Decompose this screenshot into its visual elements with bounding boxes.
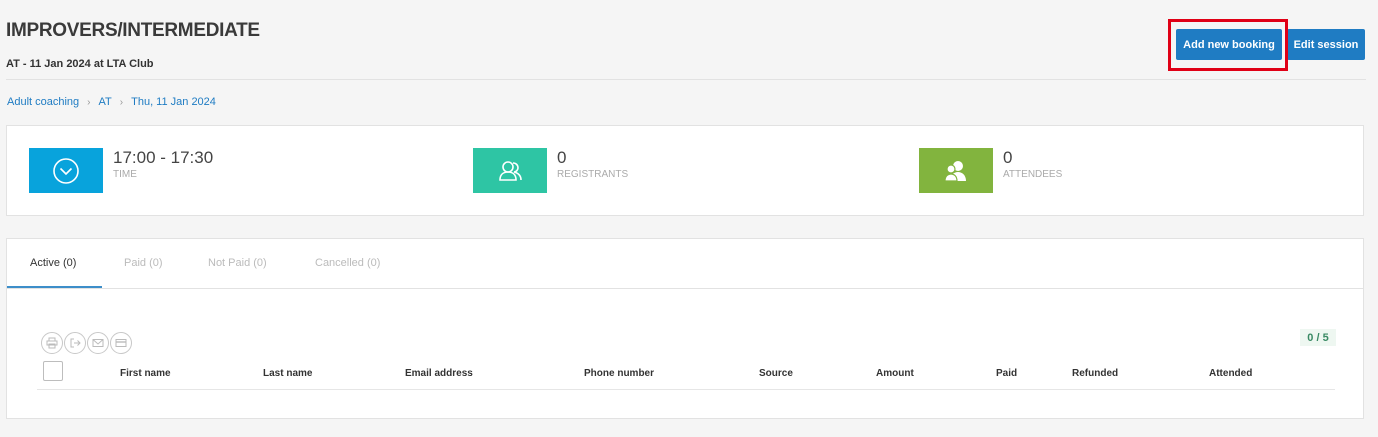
column-attended[interactable]: Attended	[1209, 368, 1252, 379]
bookings-panel: Active (0) Paid (0) Not Paid (0) Cancell…	[6, 238, 1364, 419]
tab-paid[interactable]: Paid (0)	[124, 257, 163, 269]
registrants-label: REGISTRANTS	[557, 169, 629, 180]
active-tab-indicator	[7, 286, 102, 288]
column-paid[interactable]: Paid	[996, 368, 1017, 379]
email-icon[interactable]	[87, 332, 109, 354]
registrants-value: 0	[557, 148, 567, 167]
time-value: 17:00 - 17:30	[113, 148, 214, 167]
breadcrumb-item-date[interactable]: Thu, 11 Jan 2024	[131, 96, 216, 108]
highlight-box	[1168, 19, 1288, 71]
column-refunded[interactable]: Refunded	[1072, 368, 1118, 379]
session-subtitle: AT - 11 Jan 2024 at LTA Club	[6, 58, 154, 70]
export-icon[interactable]	[64, 332, 86, 354]
breadcrumb-item-at[interactable]: AT	[99, 96, 112, 108]
page-title: IMPROVERS/INTERMEDIATE	[6, 20, 260, 41]
attendees-value: 0	[1003, 148, 1013, 167]
page-header: IMPROVERS/INTERMEDIATE AT - 11 Jan 2024 …	[6, 0, 1366, 80]
print-icon[interactable]	[41, 332, 63, 354]
tab-active[interactable]: Active (0)	[30, 257, 76, 269]
attendees-label: ATTENDEES	[1003, 169, 1063, 180]
column-last-name[interactable]: Last name	[263, 368, 312, 379]
column-phone[interactable]: Phone number	[584, 368, 654, 379]
capacity-counter: 0 / 5	[1300, 329, 1336, 346]
breadcrumb-separator: ›	[119, 96, 124, 108]
stat-attendees: 0 ATTENDEES	[919, 148, 1062, 193]
edit-session-button[interactable]: Edit session	[1287, 29, 1365, 60]
tab-cancelled[interactable]: Cancelled (0)	[315, 257, 380, 269]
breadcrumb-separator: ›	[87, 96, 91, 108]
column-source[interactable]: Source	[759, 368, 793, 379]
column-amount[interactable]: Amount	[876, 368, 914, 379]
time-label: TIME	[113, 169, 137, 180]
breadcrumb: Adult coaching › AT › Thu, 11 Jan 2024	[7, 96, 216, 108]
bulk-action-toolbar	[41, 332, 132, 354]
users-icon	[473, 148, 547, 193]
attendees-icon	[919, 148, 993, 193]
session-stats: 17:00 - 17:30 TIME 0 REGISTRANTS 0 ATTEN…	[6, 125, 1364, 216]
select-all-checkbox[interactable]	[43, 361, 63, 381]
booking-tabs: Active (0) Paid (0) Not Paid (0) Cancell…	[7, 239, 1363, 289]
column-first-name[interactable]: First name	[120, 368, 171, 379]
payment-icon[interactable]	[110, 332, 132, 354]
tab-not-paid[interactable]: Not Paid (0)	[208, 257, 267, 269]
table-header-divider	[37, 389, 1335, 390]
column-email[interactable]: Email address	[405, 368, 473, 379]
stat-registrants: 0 REGISTRANTS	[473, 148, 628, 193]
stat-time: 17:00 - 17:30 TIME	[29, 148, 213, 193]
clock-icon	[29, 148, 103, 193]
breadcrumb-item-adult-coaching[interactable]: Adult coaching	[7, 96, 79, 108]
